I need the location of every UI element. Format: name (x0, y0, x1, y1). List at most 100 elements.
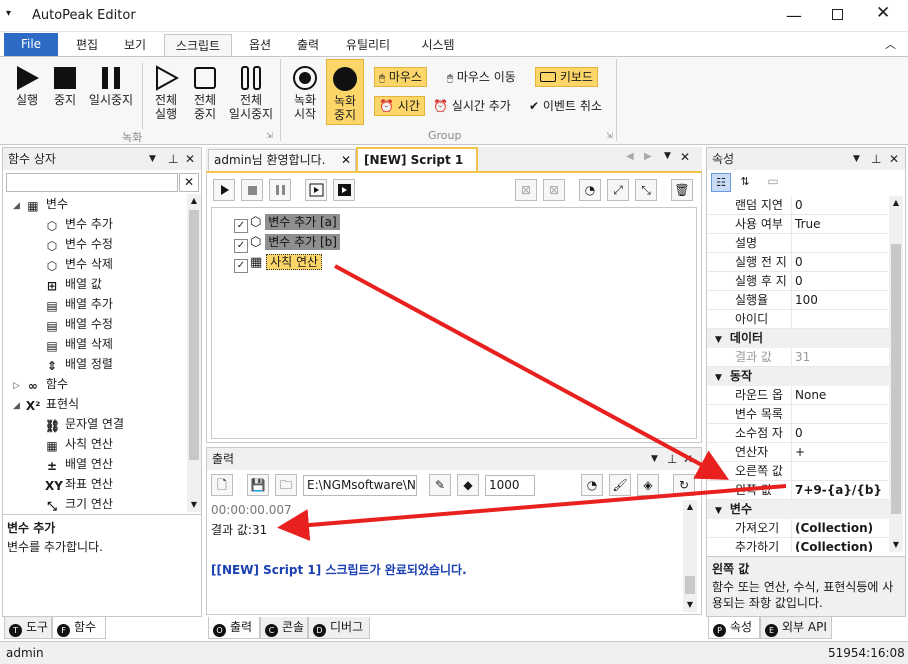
property-row[interactable]: 연산자 + (707, 443, 889, 462)
tree-scrollbar[interactable]: ▲ ▼ (187, 194, 201, 512)
panel-menu-icon[interactable]: ▼ (651, 448, 658, 470)
tab-output-log[interactable]: O 출력 (208, 617, 260, 639)
function-search-input[interactable] (6, 173, 178, 192)
property-pages-icon[interactable]: ▭ (763, 173, 783, 192)
log-path-field[interactable]: E:\NGMsoftware\NG (303, 475, 417, 496)
property-value[interactable]: 0 (791, 253, 889, 272)
categorized-view-button[interactable]: ☷ (711, 173, 731, 192)
editor-run-step-button[interactable] (305, 179, 327, 201)
tree-item[interactable]: ⛓ 문자열 연결 (45, 414, 124, 434)
editor-clear-button[interactable]: ⊠ (543, 179, 565, 201)
quick-access-menu-icon[interactable]: ▾ (6, 8, 11, 19)
property-value[interactable]: (Collection) (791, 538, 889, 552)
property-value[interactable]: (Collection) (791, 519, 889, 538)
scroll-down-icon[interactable]: ▼ (683, 598, 697, 612)
tree-item[interactable]: ⤡ 크기 연산 (45, 494, 113, 512)
property-row[interactable]: 변수 목록 (707, 405, 889, 424)
output-refresh-button[interactable]: ↻ (673, 474, 695, 496)
tree-item[interactable]: ▤ 배열 수정 (45, 314, 113, 334)
stop-button[interactable]: 중지 (48, 65, 82, 107)
property-row[interactable]: 추가하기 (Collection) (707, 538, 889, 552)
tab-view[interactable]: 보기 (112, 34, 158, 56)
script-item[interactable]: ✓ ⬡ 변수 추가 [a] (234, 212, 340, 233)
scroll-up-icon[interactable]: ▲ (683, 500, 697, 514)
checkbox-checked-icon[interactable]: ✓ (234, 239, 248, 253)
checkbox-checked-icon[interactable]: ✓ (234, 219, 248, 233)
pause-button[interactable]: 일시중지 (84, 65, 138, 107)
tab-scroll-right-icon[interactable]: ▶ (644, 151, 652, 162)
pin-icon[interactable]: ⊥ (168, 148, 178, 170)
stop-all-button[interactable]: 전체 중지 (186, 65, 224, 121)
property-value[interactable]: + (791, 443, 889, 462)
tab-welcome[interactable]: admin님 환영합니다. ✕ (208, 149, 356, 171)
realtime-add-toggle[interactable]: ⏰ 실시간 추가 (428, 96, 516, 116)
scroll-down-icon[interactable]: ▼ (187, 498, 201, 512)
property-category[interactable]: ▼ 변수 (707, 500, 889, 519)
minimize-button[interactable]: — (786, 6, 802, 25)
property-row[interactable]: 사용 여부 True (707, 215, 889, 234)
group-dialog-launcher-icon[interactable]: ⇲ (606, 131, 613, 140)
timer-button[interactable]: ◔ (581, 474, 603, 496)
editor-collapse-button[interactable]: ⤡ (635, 179, 657, 201)
run-button[interactable]: 실행 (8, 65, 46, 107)
editor-disable-button[interactable]: ⊠ (515, 179, 537, 201)
property-value[interactable] (791, 234, 889, 253)
tab-output[interactable]: 출력 (286, 34, 330, 56)
document-close-icon[interactable]: ✕ (680, 150, 690, 164)
tab-script-1[interactable]: [NEW] Script 1 (356, 147, 478, 171)
property-value[interactable] (791, 462, 889, 481)
event-cancel-toggle[interactable]: ✔ 이벤트 취소 (524, 96, 607, 116)
script-item[interactable]: ✓ ⬡ 변수 추가 [b] (234, 232, 340, 253)
max-lines-field[interactable]: 1000 (485, 475, 535, 496)
clean-button[interactable]: ✎ (429, 474, 451, 496)
tree-item[interactable]: ▦ 사칙 연산 (45, 434, 113, 454)
property-row[interactable]: 왼쪽 값 7+9-{a}/{b} (707, 481, 889, 500)
tree-item[interactable]: ⬡ 변수 수정 (45, 234, 113, 254)
tree-item[interactable]: ⇕ 배열 정렬 (45, 354, 113, 374)
property-row[interactable]: 결과 값 31 (707, 348, 889, 367)
property-row[interactable]: 아이디 (707, 310, 889, 329)
pin-icon[interactable]: ⊥ (667, 448, 677, 470)
panel-menu-icon[interactable]: ▼ (853, 148, 860, 170)
new-log-button[interactable]: 🗋 (211, 474, 233, 496)
tab-tools[interactable]: T 도구 (4, 617, 52, 639)
expand-icon[interactable]: ▷ (13, 381, 20, 391)
panel-close-icon[interactable]: ✕ (185, 148, 195, 170)
property-value[interactable]: 100 (791, 291, 889, 310)
tab-options[interactable]: 옵션 (238, 34, 282, 56)
property-row[interactable]: 가져오기 (Collection) (707, 519, 889, 538)
property-value[interactable]: None (791, 386, 889, 405)
editor-delete-button[interactable]: 🗑 (671, 179, 693, 201)
mouse-toggle[interactable]: 🖱 마우스 (374, 67, 427, 87)
record-start-button[interactable]: 녹화 시작 (286, 65, 324, 121)
tree-item[interactable]: ▤ 배열 추가 (45, 294, 113, 314)
property-value[interactable]: 7+9-{a}/{b} (791, 481, 889, 500)
property-row[interactable]: 실행 후 지 0 (707, 272, 889, 291)
fill-button[interactable]: ◈ (637, 474, 659, 496)
panel-menu-icon[interactable]: ▼ (149, 148, 156, 170)
search-clear-button[interactable]: ✕ (179, 173, 199, 192)
collapse-icon[interactable]: ◢ (13, 401, 20, 411)
tab-file[interactable]: File (4, 33, 58, 56)
tree-item[interactable]: ◢ X² 표현식 (13, 394, 79, 414)
property-category[interactable]: ▼ 동작 (707, 367, 889, 386)
collapse-ribbon-icon[interactable]: ︿ (885, 36, 896, 52)
scroll-up-icon[interactable]: ▲ (187, 194, 201, 208)
tab-list-icon[interactable]: ▼ (664, 151, 671, 161)
erase-button[interactable]: ◆ (457, 474, 479, 496)
property-value[interactable] (791, 405, 889, 424)
property-row[interactable]: 랜덤 지연 0 (707, 196, 889, 215)
editor-run-from-button[interactable] (333, 179, 355, 201)
open-folder-button[interactable]: 🗀 (275, 474, 297, 496)
property-category[interactable]: ▼ 데이터 (707, 329, 889, 348)
property-row[interactable]: 실행율 100 (707, 291, 889, 310)
property-row[interactable]: 설명 (707, 234, 889, 253)
pin-icon[interactable]: ⊥ (871, 148, 881, 170)
run-all-button[interactable]: 전체 실행 (146, 65, 186, 121)
tab-functions[interactable]: F 함수 (52, 617, 106, 639)
keyboard-toggle[interactable]: 키보드 (535, 67, 598, 87)
dialog-launcher-icon[interactable]: ⇲ (266, 131, 273, 140)
tab-edit[interactable]: 편집 (64, 34, 110, 56)
alphabetical-sort-icon[interactable]: ⇅ (735, 173, 755, 192)
record-stop-button[interactable]: 녹화 중지 (326, 59, 364, 125)
